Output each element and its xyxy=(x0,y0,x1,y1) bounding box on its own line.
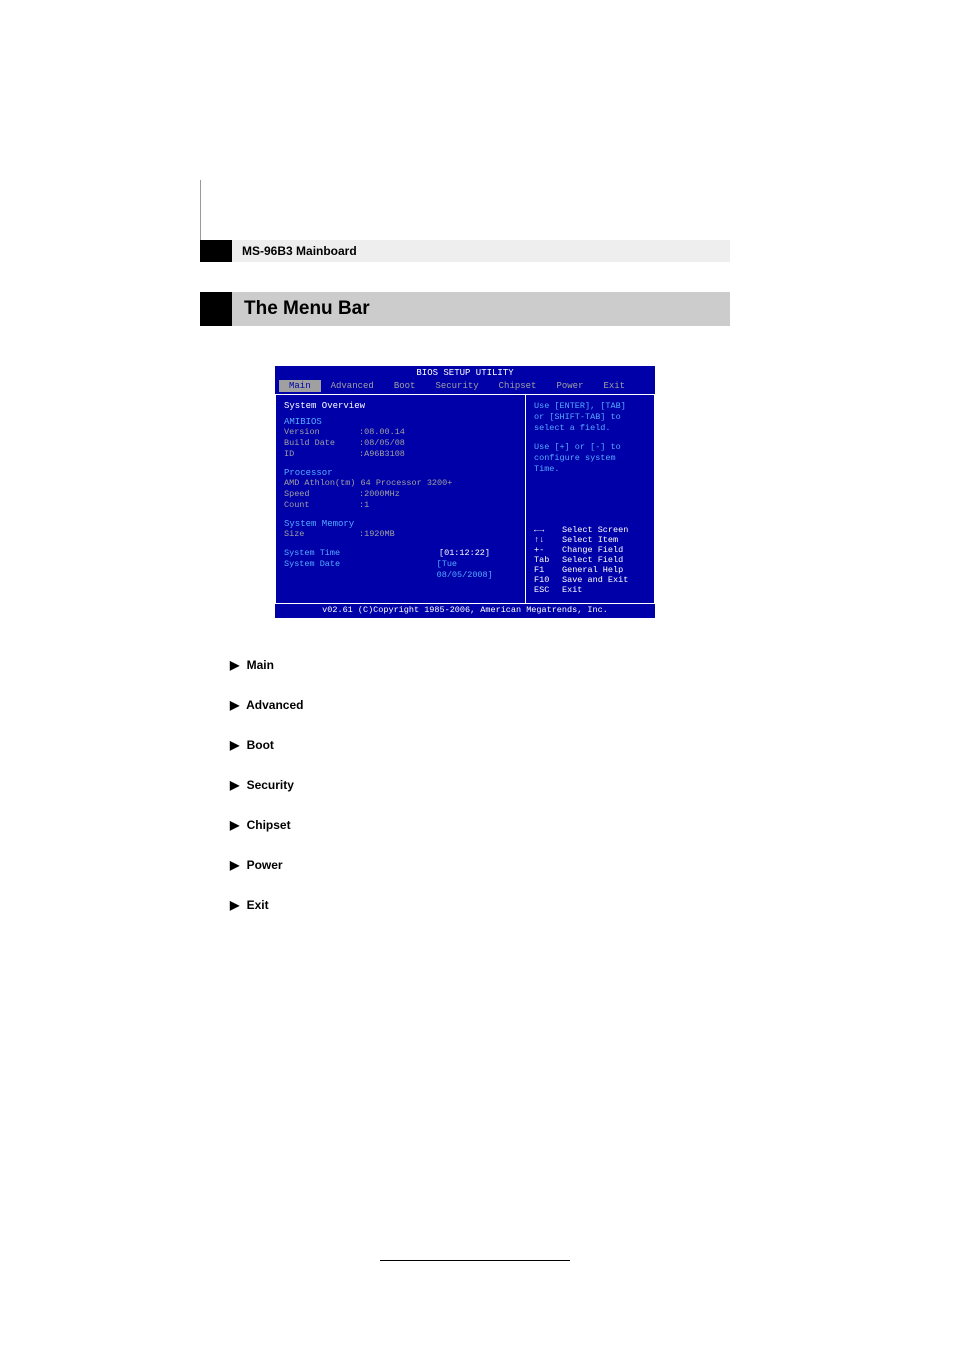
arrow-icon: ▶ xyxy=(230,778,239,792)
bios-nav1: ←→Select Screen xyxy=(534,525,646,535)
bios-nav4-text: Select Field xyxy=(562,555,623,565)
bios-builddate-label: Build Date xyxy=(284,438,359,449)
bios-speed-label: Speed xyxy=(284,489,359,500)
bios-sysmem-heading: System Memory xyxy=(284,519,517,529)
bios-nav2: ↑↓Select Item xyxy=(534,535,646,545)
title-accent xyxy=(200,292,232,326)
bios-nav4: TabSelect Field xyxy=(534,555,646,565)
bios-nav2-key: ↑↓ xyxy=(534,535,562,545)
bios-nav1-key: ←→ xyxy=(534,525,562,535)
bios-nav7-key: ESC xyxy=(534,585,562,595)
bios-nav2-text: Select Item xyxy=(562,535,618,545)
arrow-icon: ▶ xyxy=(230,738,239,752)
section-exit-label: Exit xyxy=(247,898,269,912)
section-power-label: Power xyxy=(247,858,283,872)
bios-sysdate-label: System Date xyxy=(284,559,437,581)
bios-sysdate-value: [Tue 08/05/2008] xyxy=(437,559,517,581)
arrow-icon: ▶ xyxy=(230,698,239,712)
bios-nav5-text: General Help xyxy=(562,565,623,575)
bios-tab-security: Security xyxy=(425,380,488,392)
arrow-icon: ▶ xyxy=(230,858,239,872)
bios-title: BIOS SETUP UTILITY xyxy=(275,366,655,380)
section-security-label: Security xyxy=(247,778,294,792)
bios-nav5: F1General Help xyxy=(534,565,646,575)
bios-nav7: ESCExit xyxy=(534,585,646,595)
bios-nav6-key: F10 xyxy=(534,575,562,585)
section-boot-label: Boot xyxy=(247,738,274,752)
section-main-label: Main xyxy=(247,658,274,672)
section-list: ▶ Main ▶ Advanced ▶ Boot ▶ Security ▶ Ch… xyxy=(200,658,730,912)
bios-help-line1: Use [ENTER], [TAB] xyxy=(534,401,646,412)
section-chipset-label: Chipset xyxy=(247,818,291,832)
section-advanced-label: Advanced xyxy=(246,698,303,712)
bios-nav4-key: Tab xyxy=(534,555,562,565)
section-boot: ▶ Boot xyxy=(230,738,730,752)
header-bar: MS-96B3 Mainboard xyxy=(200,240,730,262)
title-bar: The Menu Bar xyxy=(200,292,730,326)
bios-systime-row: System Time [01:12:22] xyxy=(284,548,517,559)
bios-count-row: Count :1 xyxy=(284,500,517,511)
bios-body: System Overview AMIBIOS Version :08.00.1… xyxy=(275,394,655,604)
section-exit: ▶ Exit xyxy=(230,898,730,912)
bios-id-label: ID xyxy=(284,449,359,460)
bios-size-row: Size :1920MB xyxy=(284,529,517,540)
bios-id-row: ID :A96B3108 xyxy=(284,449,517,460)
arrow-icon: ▶ xyxy=(230,658,239,672)
bios-tab-advanced: Advanced xyxy=(321,380,384,392)
bios-systime-label: System Time xyxy=(284,548,439,559)
bios-processor-name: AMD Athlon(tm) 64 Processor 3200+ xyxy=(284,478,517,489)
bios-size-value: :1920MB xyxy=(359,529,395,540)
bios-nav6: F10Save and Exit xyxy=(534,575,646,585)
bios-nav6-text: Save and Exit xyxy=(562,575,628,585)
section-main: ▶ Main xyxy=(230,658,730,672)
bios-nav3-text: Change Field xyxy=(562,545,623,555)
section-power: ▶ Power xyxy=(230,858,730,872)
bios-right-panel: Use [ENTER], [TAB] or [SHIFT-TAB] to sel… xyxy=(525,394,655,604)
bios-screenshot: BIOS SETUP UTILITY Main Advanced Boot Se… xyxy=(275,366,655,618)
arrow-icon: ▶ xyxy=(230,898,239,912)
bios-version-value: :08.00.14 xyxy=(359,427,405,438)
bios-size-label: Size xyxy=(284,529,359,540)
bios-tab-boot: Boot xyxy=(384,380,426,392)
bios-sysdate-row: System Date [Tue 08/05/2008] xyxy=(284,559,517,581)
bios-tab-main: Main xyxy=(279,380,321,392)
section-security: ▶ Security xyxy=(230,778,730,792)
bios-nav1-text: Select Screen xyxy=(562,525,628,535)
bios-left-panel: System Overview AMIBIOS Version :08.00.1… xyxy=(275,394,525,604)
bios-tab-power: Power xyxy=(546,380,593,392)
bios-speed-value: :2000MHz xyxy=(359,489,400,500)
bios-footer: v02.61 (C)Copyright 1985-2006, American … xyxy=(275,604,655,618)
bios-speed-row: Speed :2000MHz xyxy=(284,489,517,500)
bios-processor-heading: Processor xyxy=(284,468,517,478)
bios-nav7-text: Exit xyxy=(562,585,582,595)
header-accent xyxy=(200,240,232,262)
bios-help-line4: Use [+] or [-] to xyxy=(534,442,646,453)
section-advanced: ▶ Advanced xyxy=(230,698,730,712)
bios-builddate-value: :08/05/08 xyxy=(359,438,405,449)
bios-nav3-key: +- xyxy=(534,545,562,555)
header-subtitle: MS-96B3 Mainboard xyxy=(232,240,730,262)
page-content: MS-96B3 Mainboard The Menu Bar BIOS SETU… xyxy=(200,180,730,938)
page-footer-line xyxy=(380,1260,570,1261)
bios-version-label: Version xyxy=(284,427,359,438)
arrow-icon: ▶ xyxy=(230,818,239,832)
bios-tab-exit: Exit xyxy=(593,380,635,392)
bios-nav5-key: F1 xyxy=(534,565,562,575)
bios-builddate-row: Build Date :08/05/08 xyxy=(284,438,517,449)
bios-overview-heading: System Overview xyxy=(284,401,517,411)
bios-count-value: :1 xyxy=(359,500,369,511)
bios-help-line3: select a field. xyxy=(534,423,646,434)
bios-version-row: Version :08.00.14 xyxy=(284,427,517,438)
section-chipset: ▶ Chipset xyxy=(230,818,730,832)
bios-menubar: Main Advanced Boot Security Chipset Powe… xyxy=(275,380,655,394)
page-title: The Menu Bar xyxy=(232,292,730,326)
bios-amibios-heading: AMIBIOS xyxy=(284,417,517,427)
bios-help-line5: configure system Time. xyxy=(534,453,646,475)
bios-help-line2: or [SHIFT-TAB] to xyxy=(534,412,646,423)
bios-systime-value: [01:12:22] xyxy=(439,548,490,559)
bios-tab-chipset: Chipset xyxy=(489,380,547,392)
bios-nav3: +-Change Field xyxy=(534,545,646,555)
bios-id-value: :A96B3108 xyxy=(359,449,405,460)
bios-count-label: Count xyxy=(284,500,359,511)
